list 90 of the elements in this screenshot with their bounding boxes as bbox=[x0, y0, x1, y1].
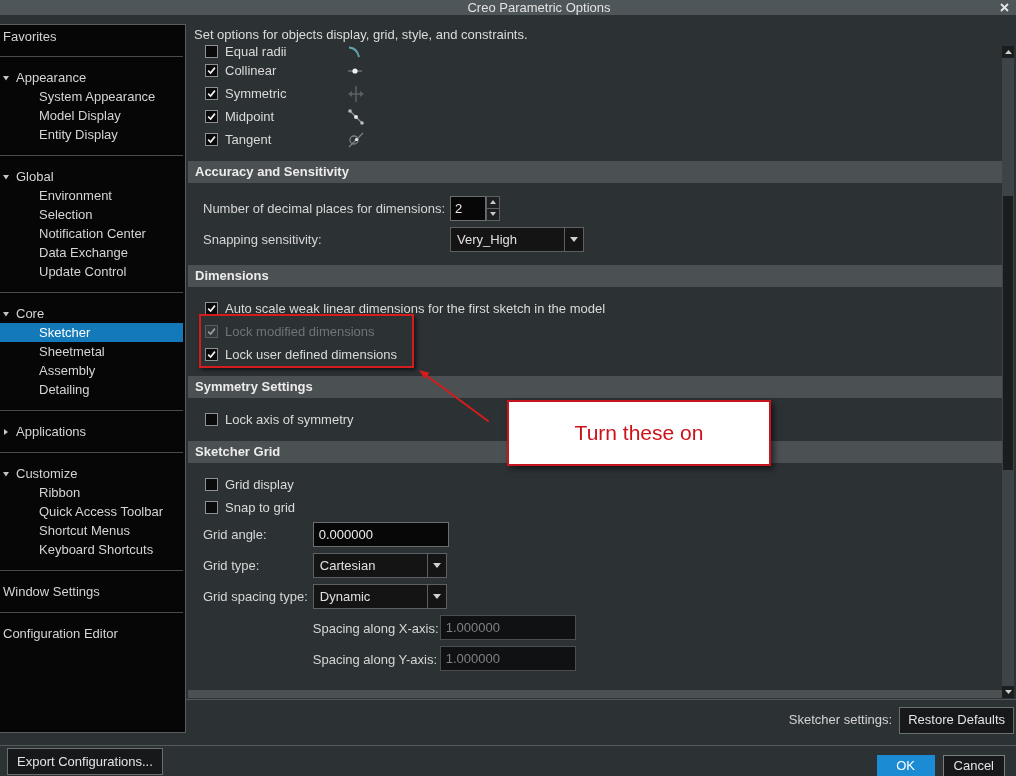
checkbox[interactable] bbox=[205, 478, 218, 491]
tree-item[interactable]: Core bbox=[0, 304, 183, 323]
checkbox-label: Tangent bbox=[225, 132, 273, 147]
ok-button[interactable]: OK bbox=[876, 755, 935, 776]
caret-down-icon bbox=[570, 237, 579, 242]
tree-item[interactable]: Sheetmetal bbox=[0, 342, 183, 361]
dotted-diagonal-icon bbox=[348, 108, 364, 125]
restore-defaults-button[interactable]: Restore Defaults bbox=[899, 706, 1014, 734]
export-button[interactable]: Export Configurations... bbox=[7, 748, 163, 775]
checkbox[interactable] bbox=[205, 413, 218, 426]
checkbox[interactable] bbox=[205, 133, 218, 146]
caret-down-icon bbox=[432, 594, 441, 599]
tree-item[interactable]: Global bbox=[0, 167, 183, 186]
cross-arrows-icon bbox=[348, 85, 364, 102]
tree-item[interactable]: Favorites bbox=[0, 27, 183, 46]
tree-item[interactable]: Model Display bbox=[0, 106, 183, 125]
caret-up-icon bbox=[490, 200, 497, 205]
field-label: Grid spacing type: bbox=[203, 589, 308, 604]
settings-label: Sketcher settings: bbox=[788, 711, 893, 730]
arc-icon bbox=[348, 45, 360, 58]
cancel-button[interactable]: Cancel bbox=[942, 755, 1005, 776]
checkbox-label: Lock user defined dimensions bbox=[225, 347, 397, 362]
spin-up-button[interactable] bbox=[486, 196, 501, 209]
checkbox-label: Snap to grid bbox=[225, 500, 296, 515]
tree-item[interactable]: Configuration Editor bbox=[0, 624, 183, 643]
checkbox-label: Lock modified dimensions bbox=[225, 324, 375, 339]
scroll-up-button[interactable] bbox=[1002, 46, 1014, 58]
section-header: Dimensions bbox=[188, 265, 1002, 287]
field-label: Number of decimal places for dimensions: bbox=[203, 201, 446, 216]
tree-item[interactable]: System Appearance bbox=[0, 87, 183, 106]
tree-item[interactable]: Data Exchange bbox=[0, 243, 183, 262]
section-header: Accuracy and Sensitivity bbox=[188, 161, 1002, 183]
field-label: Spacing along Y-axis: bbox=[312, 651, 438, 667]
tree-item[interactable]: Keyboard Shortcuts bbox=[0, 540, 183, 559]
callout: Turn these on bbox=[507, 400, 771, 466]
checkbox-label: Symmetric bbox=[225, 86, 288, 101]
field-label: Spacing along X-axis: bbox=[312, 620, 439, 636]
tree-item[interactable]: Detailing bbox=[0, 380, 183, 399]
checkbox[interactable] bbox=[205, 45, 218, 58]
scrollbar-thumb[interactable] bbox=[1003, 196, 1013, 470]
tree-item[interactable]: Notification Center bbox=[0, 224, 183, 243]
tree-item[interactable]: Selection bbox=[0, 205, 183, 224]
caret-down-icon[interactable] bbox=[3, 310, 9, 317]
checkbox-label: Midpoint bbox=[225, 109, 276, 124]
checkbox-label: Lock axis of symmetry bbox=[225, 412, 354, 427]
tree-item[interactable]: Shortcut Menus bbox=[0, 521, 183, 540]
caret-down-icon[interactable] bbox=[3, 173, 9, 180]
dropdown[interactable]: Cartesian bbox=[312, 553, 447, 578]
dropdown[interactable]: Dynamic bbox=[312, 584, 447, 609]
checkbox[interactable] bbox=[205, 87, 218, 100]
field-label: Grid angle: bbox=[203, 527, 267, 542]
tree-item[interactable]: Sketcher bbox=[0, 323, 183, 342]
close-icon[interactable] bbox=[1000, 3, 1009, 12]
checkbox[interactable] bbox=[205, 64, 218, 77]
caret-down-icon bbox=[490, 212, 497, 217]
scroll-down-button[interactable] bbox=[1002, 686, 1014, 698]
field-label: Snapping sensitivity: bbox=[203, 232, 322, 247]
description-text: Set options for objects display, grid, style, and constraints. bbox=[194, 26, 528, 42]
caret-down-icon[interactable] bbox=[3, 470, 9, 477]
tree-item[interactable]: Appearance bbox=[0, 68, 183, 87]
input-field[interactable]: 0.000000 bbox=[312, 522, 449, 547]
checkbox[interactable] bbox=[205, 110, 218, 123]
tree-item[interactable]: Update Control bbox=[0, 262, 183, 281]
caret-right-icon[interactable] bbox=[3, 428, 9, 435]
annotation-arrow bbox=[418, 369, 490, 423]
field-label: Grid type: bbox=[203, 558, 260, 573]
number-field[interactable]: 2 bbox=[450, 196, 487, 221]
dropdown[interactable]: Very_High bbox=[450, 227, 585, 252]
tree-item[interactable]: Window Settings bbox=[0, 582, 183, 601]
checkbox[interactable] bbox=[205, 348, 218, 361]
tree-item[interactable]: Quick Access Toolbar bbox=[0, 502, 183, 521]
tree-item[interactable]: Ribbon bbox=[0, 483, 183, 502]
tree-item[interactable]: Assembly bbox=[0, 361, 183, 380]
window-title: Creo Parametric Options bbox=[467, 0, 611, 15]
checkbox[interactable] bbox=[205, 501, 218, 514]
checkbox-label: Collinear bbox=[225, 63, 278, 78]
caret-down-icon bbox=[1004, 690, 1012, 694]
caret-down-icon[interactable] bbox=[3, 74, 9, 81]
caret-down-icon bbox=[432, 563, 441, 568]
scrollbar-track[interactable] bbox=[1002, 46, 1014, 698]
tree-item[interactable]: Applications bbox=[0, 422, 183, 441]
checkbox-label: Grid display bbox=[225, 477, 294, 492]
caret-up-icon bbox=[1004, 50, 1012, 54]
section-header: Symmetry Settings bbox=[188, 376, 1002, 398]
tree-item[interactable]: Environment bbox=[0, 186, 183, 205]
circle-line-icon bbox=[348, 131, 364, 148]
dot-on-line-icon bbox=[348, 66, 362, 75]
tree-item[interactable]: Entity Display bbox=[0, 125, 183, 144]
tree-item[interactable]: Customize bbox=[0, 464, 183, 483]
checkbox-label: Auto scale weak linear dimensions for the first sketch in the model bbox=[225, 301, 606, 316]
